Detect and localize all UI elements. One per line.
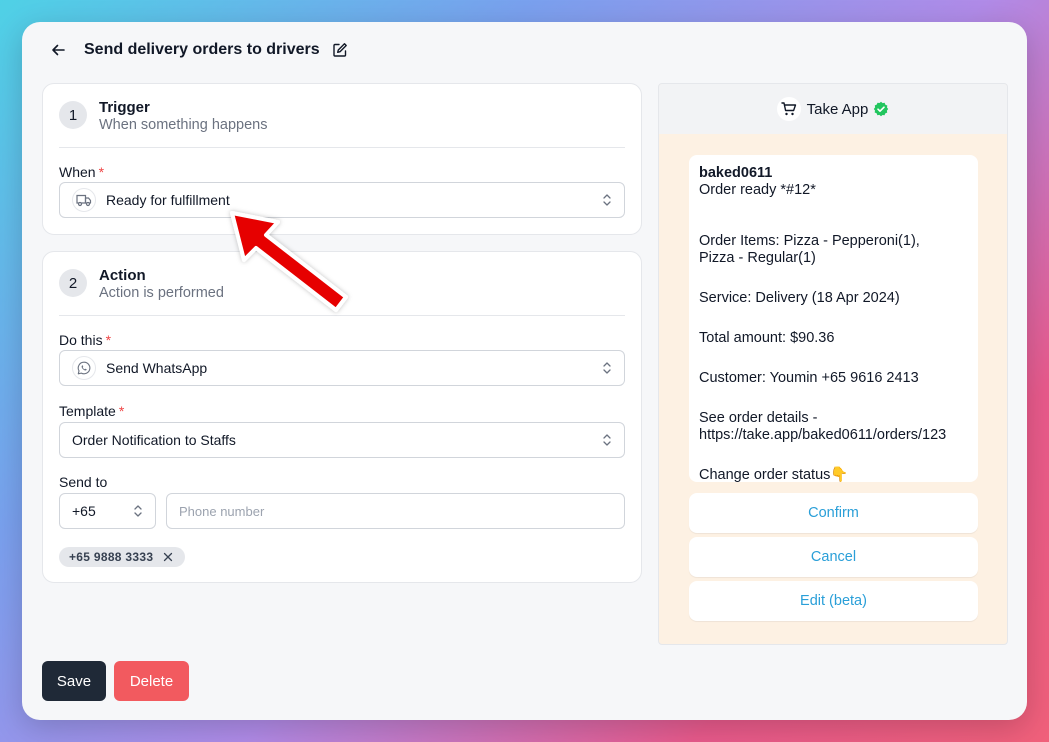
chevron-up-down-icon xyxy=(603,434,611,446)
message-spacer xyxy=(699,267,968,290)
step-number-badge: 1 xyxy=(59,101,87,129)
trigger-card: 1 Trigger When something happens When * R… xyxy=(42,83,642,235)
brand-name: Take App xyxy=(806,100,869,118)
action-subtitle: Action is performed xyxy=(99,285,224,301)
template-label: Template * xyxy=(59,403,125,419)
trigger-title: Trigger xyxy=(99,99,150,116)
when-select[interactable]: Ready for fulfillment xyxy=(59,182,625,218)
message-line: Change order status👇 xyxy=(699,467,849,483)
delete-button[interactable]: Delete xyxy=(114,661,189,701)
preview-header: Take App xyxy=(659,84,1007,134)
app-window: Send delivery orders to drivers 1 Trigge… xyxy=(22,22,1027,720)
trigger-heading: 1 Trigger When something happens xyxy=(59,99,267,134)
message-spacer xyxy=(699,307,968,330)
edit-pencil-icon[interactable] xyxy=(332,41,350,59)
message-bubble: baked0611 Order ready *#12* Order Items:… xyxy=(689,155,978,483)
message-line xyxy=(699,199,968,216)
chevron-up-down-icon xyxy=(603,362,611,374)
when-label: When * xyxy=(59,164,105,180)
close-icon[interactable] xyxy=(163,552,173,562)
chevron-up-down-icon xyxy=(603,194,611,206)
message-line: Customer: Youmin +65 9616 2413 xyxy=(699,370,919,386)
divider xyxy=(59,315,625,316)
message-line: Service: Delivery (18 Apr 2024) xyxy=(699,290,900,306)
message-store-name: baked0611 xyxy=(699,165,773,181)
step-number-badge: 2 xyxy=(59,269,87,297)
chevron-up-down-icon xyxy=(134,505,142,517)
message-line: Order ready *#12* xyxy=(699,182,816,198)
message-spacer xyxy=(699,387,968,410)
page-header: Send delivery orders to drivers xyxy=(50,38,350,62)
quick-reply-edit-button[interactable]: Edit (beta) xyxy=(689,581,978,621)
whatsapp-icon xyxy=(72,356,96,380)
trigger-subtitle: When something happens xyxy=(99,117,268,133)
send-to-label: Send to xyxy=(59,474,108,490)
country-code-value: +65 xyxy=(72,503,96,519)
message-spacer xyxy=(699,444,968,467)
recipient-chip-label: +65 9888 3333 xyxy=(69,550,154,564)
template-select-value: Order Notification to Staffs xyxy=(72,432,236,448)
shopping-cart-icon xyxy=(776,97,801,121)
quick-reply-cancel-button[interactable]: Cancel xyxy=(689,537,978,577)
quick-reply-confirm-button[interactable]: Confirm xyxy=(689,493,978,533)
action-heading: 2 Action Action is performed xyxy=(59,267,224,302)
do-this-select-value: Send WhatsApp xyxy=(106,360,208,376)
country-code-select[interactable]: +65 xyxy=(59,493,156,529)
message-spacer xyxy=(699,216,968,233)
message-spacer xyxy=(699,347,968,370)
template-select[interactable]: Order Notification to Staffs xyxy=(59,422,625,458)
truck-icon xyxy=(72,188,96,212)
page-title: Send delivery orders to drivers xyxy=(84,41,320,58)
phone-number-input[interactable] xyxy=(166,493,625,529)
recipient-chip: +65 9888 3333 xyxy=(59,547,186,567)
message-line: See order details - https://take.app/bak… xyxy=(699,410,947,443)
whatsapp-preview-panel: Take App baked0611 Order ready *#12* Ord… xyxy=(658,83,1008,645)
when-select-value: Ready for fulfillment xyxy=(106,192,230,208)
verified-badge-icon xyxy=(874,101,889,117)
message-line: Total amount: $90.36 xyxy=(699,330,835,346)
divider xyxy=(59,147,625,148)
back-arrow-icon[interactable] xyxy=(50,41,68,59)
save-button[interactable]: Save xyxy=(42,661,106,701)
action-title: Action xyxy=(99,267,146,284)
message-line: Order Items: Pizza - Pepperoni(1), Pizza… xyxy=(699,233,920,266)
action-card: 2 Action Action is performed Do this * Se… xyxy=(42,251,642,583)
do-this-label: Do this * xyxy=(59,332,112,348)
do-this-select[interactable]: Send WhatsApp xyxy=(59,350,625,386)
